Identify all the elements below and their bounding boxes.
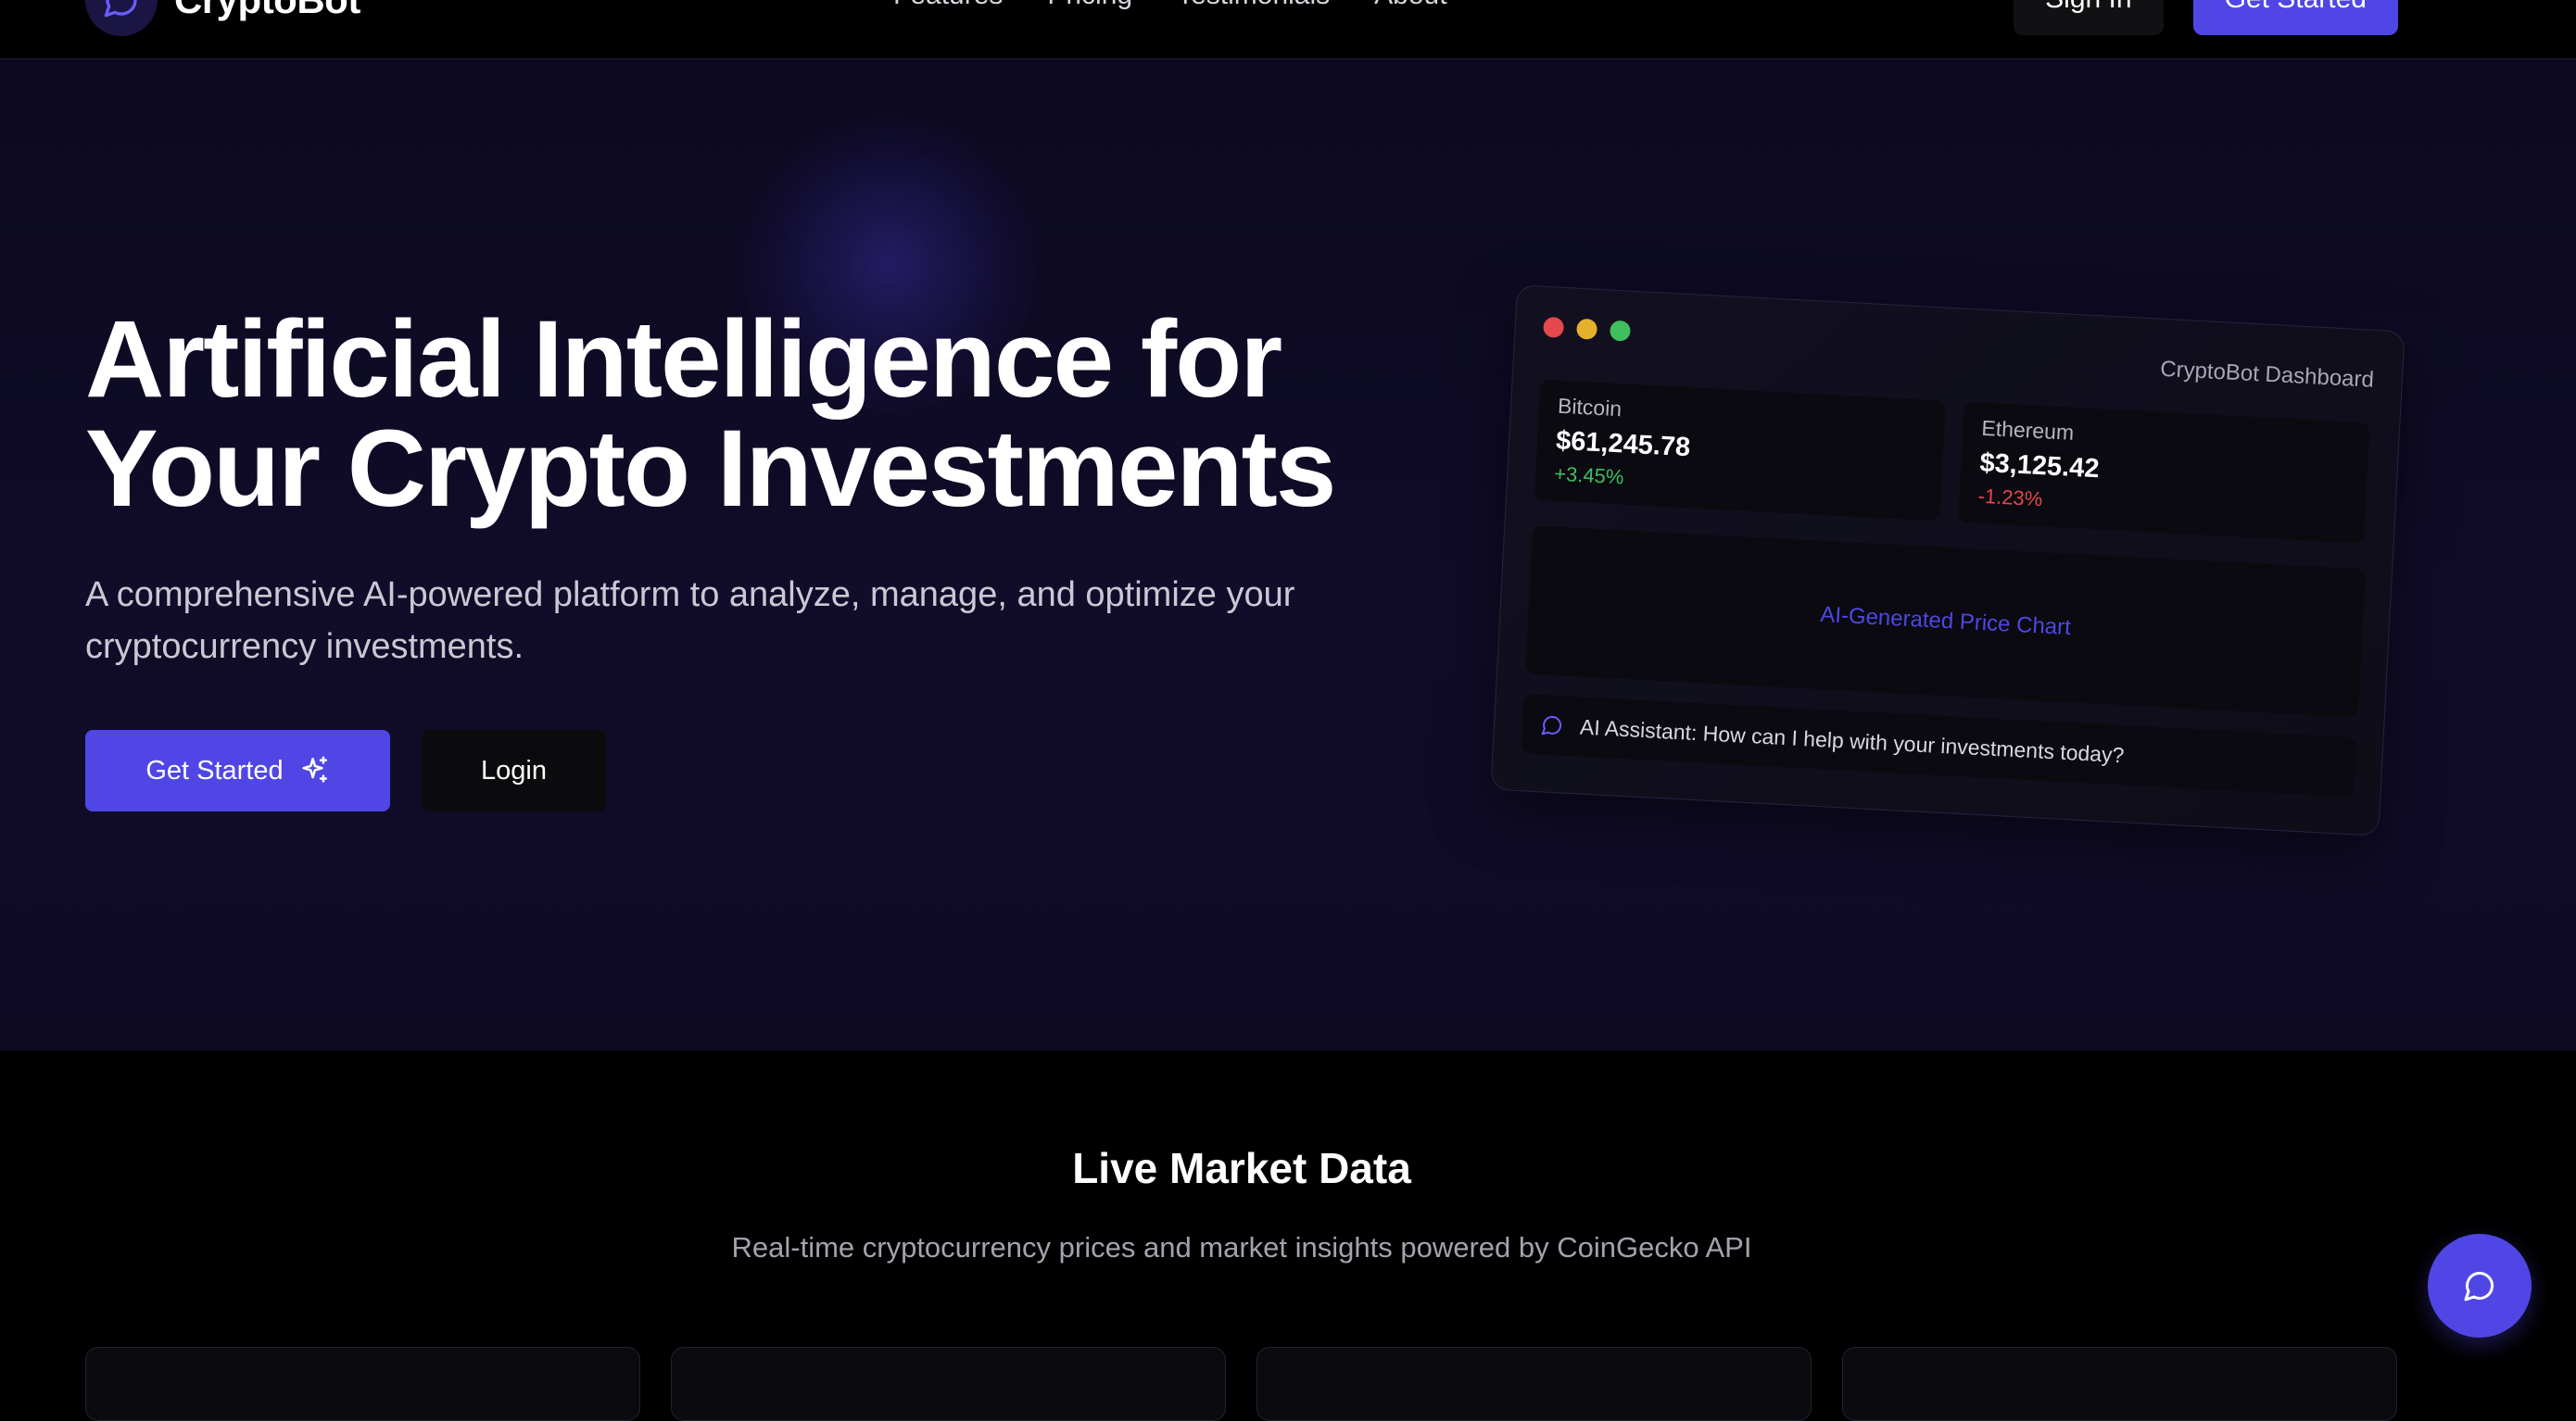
coin-card-ethereum: Ethereum $3,125.42 -1.23% — [1958, 401, 2370, 544]
hero-subtitle: A comprehensive AI-powered platform to a… — [85, 575, 1295, 666]
market-card[interactable] — [1842, 1347, 2397, 1421]
brand-logo — [85, 0, 158, 36]
hero-section: Artificial Intelligence for Your Crypto … — [0, 59, 2576, 1050]
market-card[interactable] — [85, 1347, 640, 1421]
sparkles-icon — [298, 755, 330, 786]
hero-get-started-label: Get Started — [145, 755, 284, 786]
brand[interactable]: CryptoBot — [85, 0, 360, 36]
nav-link-about[interactable]: About — [1374, 0, 1446, 11]
hero-get-started-button[interactable]: Get Started — [85, 730, 390, 811]
hero-title-line-2: Your Crypto Investments — [85, 408, 1336, 530]
chat-bubble-icon — [104, 0, 137, 18]
nav-link-testimonials[interactable]: Testimonials — [1177, 0, 1330, 11]
market-card[interactable] — [1256, 1347, 1812, 1421]
nav-links: Features Pricing Testimonials About — [893, 0, 1447, 11]
chat-bubble-icon — [1541, 715, 1562, 736]
chart-label: AI-Generated Price Chart — [1819, 601, 2072, 641]
window-dot-red — [1543, 316, 1565, 338]
nav-get-started-button[interactable]: Get Started — [2192, 0, 2398, 35]
top-navbar: CryptoBot Features Pricing Testimonials … — [0, 0, 2576, 59]
nav-link-features[interactable]: Features — [893, 0, 1003, 11]
chat-bubble-icon — [2464, 1271, 2494, 1302]
nav-link-pricing[interactable]: Pricing — [1047, 0, 1132, 11]
chat-fab-button[interactable] — [2428, 1234, 2532, 1338]
window-dot-yellow — [1575, 318, 1598, 340]
assistant-message: AI Assistant: How can I help with your i… — [1579, 713, 2126, 767]
brand-name: CryptoBot — [174, 0, 360, 22]
hero-login-button[interactable]: Login — [422, 730, 606, 811]
hero-title-line-1: Artificial Intelligence for — [85, 298, 1282, 421]
nav-actions: Sign In Get Started — [2014, 0, 2398, 35]
dashboard-preview-card: CryptoBot Dashboard Bitcoin $61,245.78 +… — [1490, 284, 2406, 836]
live-market-section: Live Market Data Real-time cryptocurrenc… — [0, 1050, 2576, 1421]
hero-title: Artificial Intelligence for Your Crypto … — [85, 305, 1429, 523]
section-subtitle: Real-time cryptocurrency prices and mark… — [731, 1231, 1752, 1264]
window-controls — [1543, 316, 1632, 342]
market-card[interactable] — [671, 1347, 1226, 1421]
coin-card-bitcoin: Bitcoin $61,245.78 +3.45% — [1534, 379, 1947, 522]
hero-actions: Get Started Login — [85, 730, 606, 811]
section-title: Live Market Data — [1072, 1144, 1411, 1192]
dashboard-title: CryptoBot Dashboard — [2159, 356, 2375, 393]
window-dot-green — [1609, 320, 1632, 342]
price-chart-placeholder: AI-Generated Price Chart — [1524, 525, 2367, 718]
sign-in-button[interactable]: Sign In — [2014, 0, 2164, 35]
